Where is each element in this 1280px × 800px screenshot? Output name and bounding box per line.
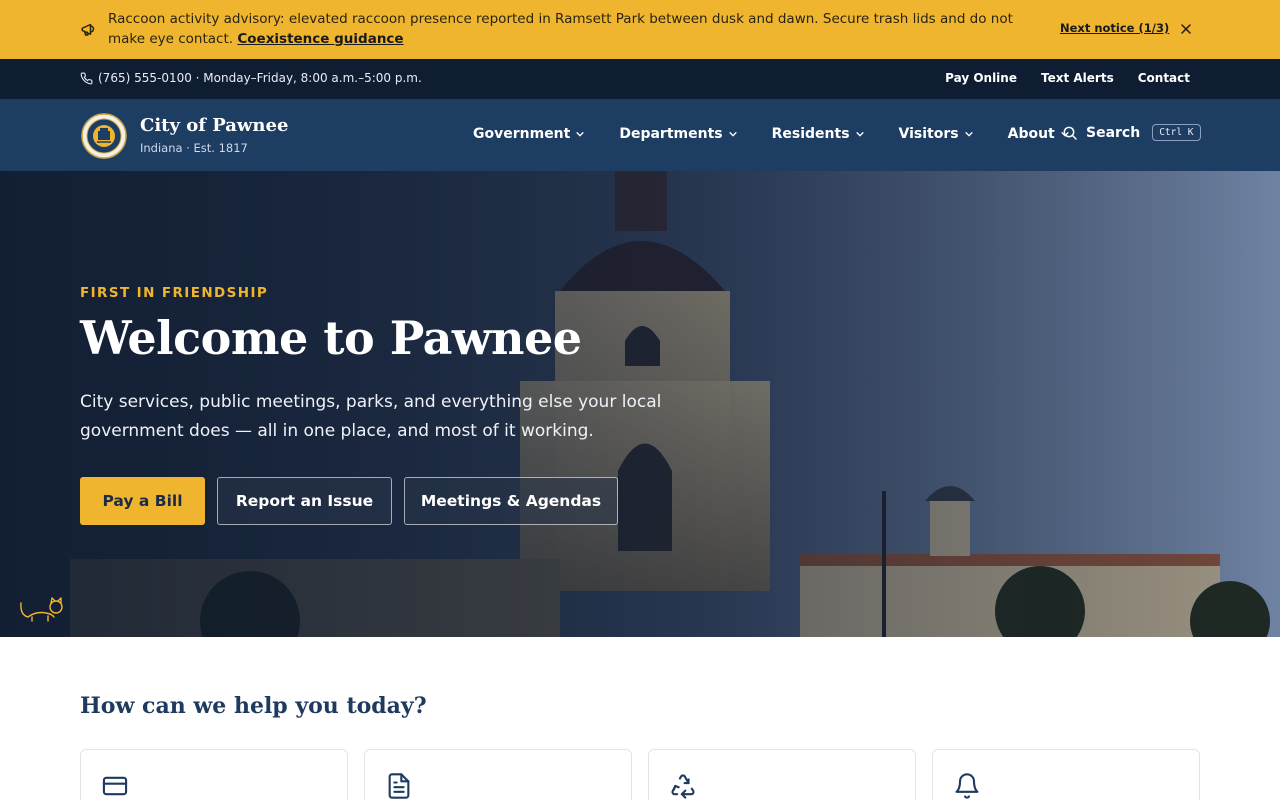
pay-bill-button[interactable]: Pay a Bill — [80, 477, 205, 525]
nav-departments-label: Departments — [619, 126, 723, 142]
hero-title: Welcome to Pawnee — [80, 311, 582, 365]
site-subtitle: Indiana · Est. 1817 — [140, 141, 248, 155]
text-alerts-link[interactable]: Text Alerts — [1041, 71, 1114, 85]
search-shortcut-badge: Ctrl K — [1152, 124, 1201, 141]
nav-residents[interactable]: Residents — [772, 126, 865, 142]
alert-message: Raccoon activity advisory: elevated racc… — [108, 9, 1043, 49]
contact-link[interactable]: Contact — [1138, 71, 1190, 85]
next-notice-link[interactable]: Next notice (1/3) — [1060, 21, 1169, 35]
close-icon[interactable] — [1178, 21, 1194, 37]
meetings-agendas-button[interactable]: Meetings & Agendas — [404, 477, 618, 525]
nav-visitors-label: Visitors — [898, 126, 959, 142]
search-button[interactable]: Search Ctrl K — [1062, 124, 1201, 141]
service-card-recycling[interactable] — [648, 749, 916, 800]
search-icon — [1063, 126, 1077, 140]
help-section-title: How can we help you today? — [80, 693, 427, 719]
nav-departments[interactable]: Departments — [619, 126, 737, 142]
chevron-down-icon — [965, 132, 973, 137]
coexistence-guidance-link[interactable]: Coexistence guidance — [237, 31, 403, 47]
hero-section: FIRST IN FRIENDSHIP Welcome to Pawnee Ci… — [0, 171, 1280, 637]
utility-bar: (765) 555-0100 · Monday–Friday, 8:00 a.m… — [0, 59, 1280, 99]
site-header: City of Pawnee Indiana · Est. 1817 Gover… — [0, 99, 1280, 171]
cat-icon — [20, 597, 63, 622]
credit-card-icon — [102, 776, 128, 796]
nav-government[interactable]: Government — [473, 126, 585, 142]
nav-residents-label: Residents — [771, 126, 850, 142]
utility-links: Pay Online Text Alerts Contact — [945, 71, 1190, 85]
nav-visitors[interactable]: Visitors — [899, 126, 974, 142]
hero-eyebrow: FIRST IN FRIENDSHIP — [80, 285, 269, 301]
bell-icon — [955, 773, 979, 799]
service-card-pay[interactable] — [80, 749, 348, 800]
nav-about[interactable]: About — [1008, 126, 1070, 142]
search-label: Search — [1086, 124, 1141, 141]
phone-icon — [80, 72, 93, 85]
pay-online-link[interactable]: Pay Online — [945, 71, 1017, 85]
nav-government-label: Government — [473, 126, 571, 142]
site-title[interactable]: City of Pawnee — [140, 115, 288, 136]
chevron-down-icon — [855, 132, 864, 137]
service-card-alerts[interactable] — [932, 749, 1200, 800]
document-icon — [388, 773, 410, 799]
nav-about-label: About — [1007, 126, 1055, 142]
main-nav: Government Departments Residents Visitor… — [473, 126, 1104, 142]
report-issue-button[interactable]: Report an Issue — [217, 477, 392, 525]
phone-hours-text: (765) 555-0100 · Monday–Friday, 8:00 a.m… — [98, 71, 422, 85]
hero-description: City services, public meetings, parks, a… — [80, 392, 662, 441]
megaphone-icon — [81, 23, 95, 36]
city-seal-logo[interactable] — [81, 113, 127, 159]
recycle-icon — [671, 774, 695, 799]
chevron-down-icon — [576, 132, 584, 137]
alert-banner: Raccoon activity advisory: elevated racc… — [0, 0, 1280, 59]
chevron-down-icon — [729, 132, 737, 137]
service-card-documents[interactable] — [364, 749, 632, 800]
